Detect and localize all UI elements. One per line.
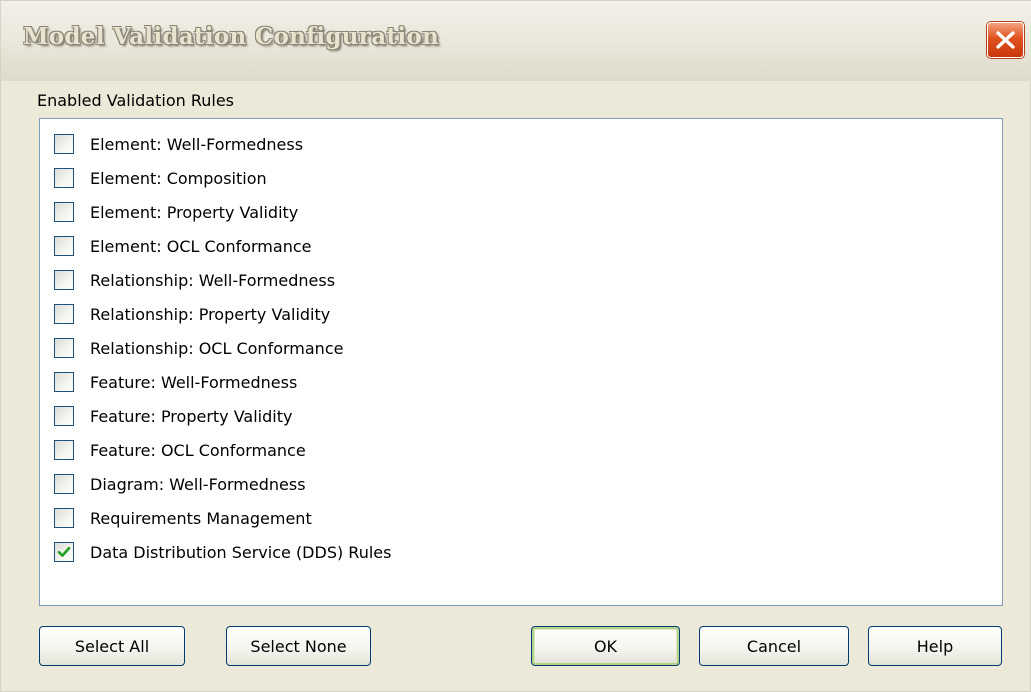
help-button[interactable]: Help xyxy=(868,626,1002,666)
title-bar[interactable]: Model Validation Configuration xyxy=(1,1,1031,81)
rule-checkbox[interactable] xyxy=(54,440,74,460)
rule-label: Relationship: OCL Conformance xyxy=(90,338,344,358)
rule-label: Feature: Well-Formedness xyxy=(90,372,298,392)
rule-item[interactable]: Element: Composition xyxy=(54,165,267,191)
rule-checkbox[interactable] xyxy=(54,508,74,528)
rule-label: Requirements Management xyxy=(90,508,312,528)
rule-item[interactable]: Feature: OCL Conformance xyxy=(54,437,306,463)
rule-checkbox[interactable] xyxy=(54,406,74,426)
rule-item[interactable]: Feature: Property Validity xyxy=(54,403,292,429)
rule-item[interactable]: Element: Well-Formedness xyxy=(54,131,303,157)
rule-item[interactable]: Data Distribution Service (DDS) Rules xyxy=(54,539,391,565)
rule-label: Feature: OCL Conformance xyxy=(90,440,306,460)
rule-label: Element: Well-Formedness xyxy=(90,134,304,154)
rule-item[interactable]: Relationship: OCL Conformance xyxy=(54,335,343,361)
rule-checkbox-checked[interactable] xyxy=(54,542,74,562)
rule-label: Element: Composition xyxy=(90,168,267,188)
rule-checkbox[interactable] xyxy=(54,134,74,154)
checkmark-icon xyxy=(57,546,71,557)
cancel-button[interactable]: Cancel xyxy=(699,626,849,666)
rule-checkbox[interactable] xyxy=(54,236,74,256)
rule-checkbox[interactable] xyxy=(54,372,74,392)
rule-item[interactable]: Element: OCL Conformance xyxy=(54,233,311,259)
dialog-title: Model Validation Configuration xyxy=(23,23,440,50)
rule-checkbox[interactable] xyxy=(54,304,74,324)
dialog-window: Model Validation Configuration Enabled V… xyxy=(0,0,1031,692)
validation-rules-list[interactable]: Element: Well-Formedness Element: Compos… xyxy=(39,118,1003,606)
enabled-rules-label: Enabled Validation Rules xyxy=(37,91,234,110)
rule-label: Element: OCL Conformance xyxy=(90,236,312,256)
rule-label: Relationship: Well-Formedness xyxy=(90,270,336,290)
rule-label: Feature: Property Validity xyxy=(90,406,293,426)
rule-item[interactable]: Element: Property Validity xyxy=(54,199,298,225)
rule-checkbox[interactable] xyxy=(54,202,74,222)
rule-item[interactable]: Relationship: Property Validity xyxy=(54,301,330,327)
close-button[interactable] xyxy=(987,22,1024,58)
select-all-button[interactable]: Select All xyxy=(39,626,185,666)
rule-label: Relationship: Property Validity xyxy=(90,304,331,324)
close-icon xyxy=(996,31,1015,49)
select-all-label: Select All xyxy=(74,636,150,656)
rule-item[interactable]: Feature: Well-Formedness xyxy=(54,369,297,395)
select-none-button[interactable]: Select None xyxy=(226,626,371,666)
ok-label: OK xyxy=(593,636,618,656)
ok-button[interactable]: OK xyxy=(531,626,680,666)
help-label: Help xyxy=(916,636,954,656)
rule-checkbox[interactable] xyxy=(54,338,74,358)
rule-label: Diagram: Well-Formedness xyxy=(90,474,306,494)
rule-item[interactable]: Diagram: Well-Formedness xyxy=(54,471,306,497)
rule-label: Element: Property Validity xyxy=(90,202,299,222)
rule-checkbox[interactable] xyxy=(54,168,74,188)
rule-checkbox[interactable] xyxy=(54,474,74,494)
rule-item[interactable]: Requirements Management xyxy=(54,505,312,531)
rule-label: Data Distribution Service (DDS) Rules xyxy=(90,542,392,562)
rule-item[interactable]: Relationship: Well-Formedness xyxy=(54,267,335,293)
cancel-label: Cancel xyxy=(746,636,802,656)
select-none-label: Select None xyxy=(250,636,347,656)
enabled-rules-label-text: Enabled Validation Rules xyxy=(37,91,234,110)
rule-checkbox[interactable] xyxy=(54,270,74,290)
